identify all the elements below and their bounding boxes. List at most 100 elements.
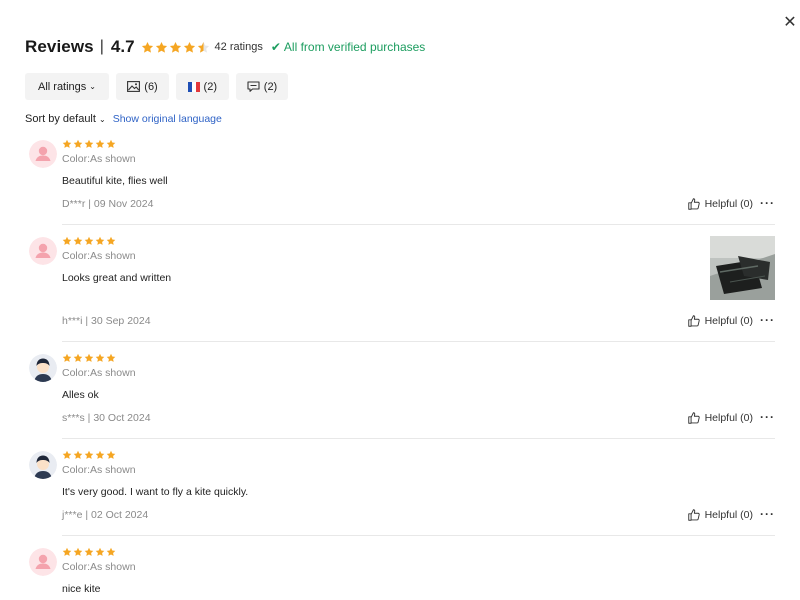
avatar-icon [29,451,57,479]
comment-icon [247,81,260,92]
more-options-icon[interactable]: ··· [760,314,775,326]
star-icon [84,547,94,557]
star-icon [84,236,94,246]
avatar-icon [29,548,57,576]
star-icon [95,139,105,149]
helpful-label: Helpful (0) [704,198,753,210]
star-icon [106,236,116,246]
star-icon [84,353,94,363]
star-icon [106,547,116,557]
header-separator: | [99,38,104,55]
photos-filter[interactable]: (6) [116,73,169,100]
all-ratings-label: All ratings [38,80,87,93]
helpful-button[interactable]: Helpful (0) [687,411,753,425]
avatar-icon [29,354,57,382]
thumbs-up-icon [687,508,701,522]
star-icon [62,236,72,246]
thumbs-up-icon [687,411,701,425]
review-text: nice kite [62,583,101,595]
avatar-icon [29,140,57,168]
country-filter[interactable]: (2) [176,73,229,100]
review-variant: Color:As shown [62,561,136,573]
helpful-button[interactable]: Helpful (0) [687,508,753,522]
divider [62,535,775,536]
star-icon [73,139,83,149]
star-icon [62,547,72,557]
france-flag-icon [188,81,200,92]
show-original-language-link[interactable]: Show original language [113,113,222,125]
chevron-down-icon: ⌄ [99,115,106,124]
sort-dropdown[interactable]: Sort by default ⌄ [25,113,106,125]
comments-count: (2) [263,80,278,93]
sort-row: Sort by default ⌄ Show original language [25,113,222,125]
average-score: 4.7 [110,37,135,56]
image-icon [127,81,141,92]
avatar-icon [29,237,57,265]
thumbs-up-icon [687,197,701,211]
average-stars [141,41,210,54]
review-variant: Color:As shown [62,153,136,165]
sort-label: Sort by default [25,113,96,125]
review-item: Color:As shown Looks great and written h… [25,233,775,341]
helpful-label: Helpful (0) [704,315,753,327]
close-icon[interactable]: ✕ [782,15,798,31]
review-text: Alles ok [62,389,99,401]
divider [62,224,775,225]
star-icon [95,450,105,460]
star-icon [84,139,94,149]
ratings-count: 42 ratings [214,41,263,53]
star-icon [62,139,72,149]
star-icon [106,450,116,460]
star-icon [95,353,105,363]
review-author-date: j***e | 02 Oct 2024 [62,509,149,521]
helpful-button[interactable]: Helpful (0) [687,314,753,328]
review-author-date: D***r | 09 Nov 2024 [62,198,154,210]
star-icon [169,41,182,54]
helpful-label: Helpful (0) [704,412,753,424]
star-icon [155,41,168,54]
photos-count: (6) [144,80,158,93]
review-item: Color:As shown Alles ok s***s | 30 Oct 2… [25,350,775,438]
comments-filter[interactable]: (2) [236,73,288,100]
check-icon: ✔ [270,40,281,54]
thumbs-up-icon [687,314,701,328]
review-item: Color:As shown nice kite [25,544,775,600]
review-stars [62,353,116,363]
more-options-icon[interactable]: ··· [760,197,775,209]
review-text: Looks great and written [62,272,172,284]
verified-text: All from verified purchases [283,40,426,54]
star-icon [62,353,72,363]
star-icon [62,450,72,460]
page-title: Reviews [25,37,94,56]
review-author-date: s***s | 30 Oct 2024 [62,412,151,424]
star-icon [73,236,83,246]
review-stars [62,236,116,246]
review-item: Color:As shown Beautiful kite, flies wel… [25,136,775,224]
star-icon [106,353,116,363]
review-variant: Color:As shown [62,250,136,262]
helpful-button[interactable]: Helpful (0) [687,197,753,211]
review-variant: Color:As shown [62,464,136,476]
review-photo[interactable] [710,236,775,300]
more-options-icon[interactable]: ··· [760,411,775,423]
chevron-down-icon: ⌄ [89,82,96,91]
more-options-icon[interactable]: ··· [760,508,775,520]
review-variant: Color:As shown [62,367,136,379]
review-stars [62,547,116,557]
review-item: Color:As shown It's very good. I want to… [25,447,775,535]
review-stars [62,450,116,460]
star-icon [95,547,105,557]
helpful-label: Helpful (0) [704,509,753,521]
star-icon [183,41,196,54]
star-icon [84,450,94,460]
divider [62,341,775,342]
star-icon [73,547,83,557]
all-ratings-filter[interactable]: All ratings ⌄ [25,73,109,100]
star-icon [73,450,83,460]
reviews-panel: ✕ Reviews | 4.7 42 ratings ✔ All from ve… [0,0,800,600]
star-icon [106,139,116,149]
review-text: Beautiful kite, flies well [62,175,168,187]
review-stars [62,139,116,149]
divider [62,438,775,439]
review-text: It's very good. I want to fly a kite qui… [62,486,249,498]
